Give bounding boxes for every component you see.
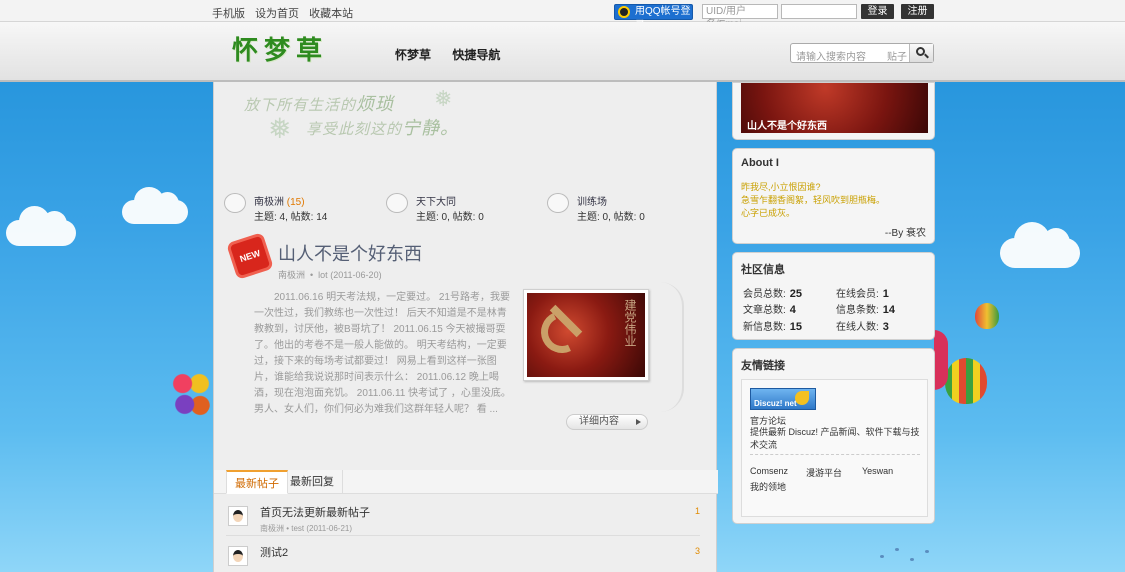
bird-decoration xyxy=(895,548,899,551)
main-content: 放下所有生活的烦琐 享受此刻这的宁静。 ❅ ❅ 南极洲 (15) 主题: 4, … xyxy=(213,82,718,572)
link-yeswan[interactable]: Yeswan xyxy=(862,466,893,476)
arrow-right-icon xyxy=(636,419,641,425)
sidebar-featured[interactable]: 山人不是个好东西 xyxy=(732,82,935,140)
forum-item[interactable]: 天下大同 主题: 0, 帖数: 0 xyxy=(376,190,536,223)
site-header: 怀梦草 怀梦草 快捷导航 请输入搜索内容 贴子 xyxy=(0,22,1125,82)
forum-icon xyxy=(386,193,408,213)
post-thumbnail[interactable]: 建党伟业 xyxy=(523,289,649,381)
nav-item-home[interactable]: 怀梦草 xyxy=(395,48,431,62)
site-logo[interactable]: 怀梦草 xyxy=(232,30,328,67)
bookmark-link[interactable]: 收藏本站 xyxy=(309,8,353,20)
stat-members: 会员总数: 25 xyxy=(743,288,803,300)
post-forum[interactable]: 南极洲 xyxy=(278,270,305,280)
balloon-decoration xyxy=(945,358,987,404)
post-date: (2011-06-20) xyxy=(330,270,382,280)
forum-name[interactable]: 天下大同 xyxy=(416,197,456,208)
slogan-banner: 放下所有生活的烦琐 享受此刻这的宁静。 xyxy=(244,94,460,138)
forum-stats: 主题: 0, 帖数: 0 xyxy=(416,212,484,223)
link-comsenz[interactable]: Comsenz xyxy=(750,466,788,476)
avatar[interactable] xyxy=(228,546,248,566)
login-button[interactable]: 登录 xyxy=(861,4,894,19)
avatar[interactable] xyxy=(228,506,248,526)
thread-tabs: 最新帖子 最新回复 xyxy=(214,470,718,494)
forum-name[interactable]: 南极洲 xyxy=(254,197,284,208)
bird-decoration xyxy=(910,558,914,561)
forum-icon xyxy=(547,193,569,213)
register-button[interactable]: 注册 xyxy=(901,4,934,19)
new-badge-icon: NEW xyxy=(229,235,271,277)
about-signature: --By 衰农 xyxy=(884,228,926,239)
forum-stats: 主题: 4, 帖数: 14 xyxy=(254,212,328,223)
brace-decoration xyxy=(660,282,684,412)
post-author[interactable]: lot xyxy=(318,270,328,280)
username-input[interactable]: UID/用户名/Emai xyxy=(702,4,778,30)
friend-links-box: 友情链接 Discuz! net 官方论坛 提供最新 Discuz! 产品新闻、… xyxy=(732,348,935,524)
forum-item[interactable]: 训练场 主题: 0, 帖数: 0 xyxy=(537,190,697,223)
forum-item[interactable]: 南极洲 (15) 主题: 4, 帖数: 14 xyxy=(214,190,374,223)
about-text: 昨我尽,小立恨因谁? 急雪乍翻香阁絮，轻风吹到胆瓶梅。 心字已成灰。 xyxy=(741,182,886,218)
flower-decoration: ❅ xyxy=(268,113,292,144)
post-excerpt: 2011.06.16 明天考法规，一定要过。 21号路考，我要一次性过，我们教练… xyxy=(254,292,511,415)
thread-list: 首页无法更新最新帖子 南极洲 • test (2011-06-21) 1 测试2… xyxy=(226,496,700,572)
thread-row[interactable]: 测试2 3 xyxy=(226,536,700,572)
balloon-decoration xyxy=(975,303,999,329)
stat-articles: 文章总数: 4 xyxy=(743,304,796,316)
link-description: 提供最新 Discuz! 产品新闻、软件下载与技术交流 xyxy=(750,427,920,450)
bird-decoration xyxy=(880,555,884,558)
search-box[interactable]: 请输入搜索内容 贴子 xyxy=(790,43,934,63)
about-box: About I 昨我尽,小立恨因谁? 急雪乍翻香阁絮，轻风吹到胆瓶梅。 心字已成… xyxy=(732,148,935,244)
featured-caption[interactable]: 山人不是个好东西 xyxy=(747,117,827,132)
thread-title[interactable]: 首页无法更新最新帖子 xyxy=(260,504,370,520)
featured-post: NEW 山人不是个好东西 南极洲 • lot (2011-06-20) 2011… xyxy=(214,232,718,442)
stat-online-members: 在线会员: 1 xyxy=(836,288,889,300)
balloon-decoration xyxy=(934,330,948,390)
reply-count: 3 xyxy=(694,546,700,556)
discuz-logo[interactable]: Discuz! net xyxy=(750,388,816,410)
search-scope-select[interactable]: 贴子 xyxy=(887,48,907,63)
main-nav: 怀梦草 快捷导航 xyxy=(395,46,518,63)
link-manyou[interactable]: 漫游平台 xyxy=(806,466,842,479)
friend-links-list: Discuz! net 官方论坛 提供最新 Discuz! 产品新闻、软件下载与… xyxy=(741,379,928,517)
nav-item-quick-nav[interactable]: 快捷导航 xyxy=(452,48,500,62)
community-info-box: 社区信息 会员总数: 25 在线会员: 1 文章总数: 4 信息条数: 14 新信息数:… xyxy=(732,252,935,340)
tab-latest-replies[interactable]: 最新回复 xyxy=(282,470,343,494)
tab-latest-posts[interactable]: 最新帖子 xyxy=(226,470,288,494)
forum-stats: 主题: 0, 帖数: 0 xyxy=(577,212,645,223)
divider xyxy=(750,454,920,455)
forum-icon xyxy=(224,193,246,213)
password-input[interactable] xyxy=(781,4,857,19)
thumbnail-calligraphy: 建党伟业 xyxy=(623,299,637,347)
qq-icon xyxy=(618,6,630,18)
post-meta: 南极洲 • lot (2011-06-20) xyxy=(278,270,382,280)
post-title[interactable]: 山人不是个好东西 xyxy=(278,240,422,266)
cloud-decoration xyxy=(6,205,76,246)
read-more-button[interactable]: 详细内容 xyxy=(566,414,648,430)
balloons-bunch-decoration xyxy=(170,368,212,420)
forum-name[interactable]: 训练场 xyxy=(577,197,607,208)
thread-row[interactable]: 首页无法更新最新帖子 南极洲 • test (2011-06-21) 1 xyxy=(226,496,700,536)
flower-decoration: ❅ xyxy=(434,86,453,111)
friend-links-title: 友情链接 xyxy=(741,360,785,372)
bird-decoration xyxy=(925,550,929,553)
forum-new-count: (15) xyxy=(286,197,305,208)
mobile-link[interactable]: 手机版 xyxy=(212,8,245,20)
community-title: 社区信息 xyxy=(741,264,785,276)
stat-online-users: 在线人数: 3 xyxy=(836,321,889,333)
cloud-decoration xyxy=(1000,221,1080,268)
thread-meta: 南极洲 • test (2011-06-21) xyxy=(260,524,353,533)
thread-title[interactable]: 测试2 xyxy=(260,544,288,560)
set-homepage-link[interactable]: 设为首页 xyxy=(255,8,299,20)
top-bar: 手机版 设为首页 收藏本站 用QQ帐号登录 UID/用户名/Emai 登录 注册 xyxy=(0,0,1125,31)
qq-login-button[interactable]: 用QQ帐号登录 xyxy=(614,4,693,31)
cloud-decoration xyxy=(122,186,188,224)
reply-count: 1 xyxy=(694,506,700,516)
search-input[interactable]: 请输入搜索内容 xyxy=(796,48,866,63)
about-title: About I xyxy=(741,157,779,169)
stat-new-messages: 新信息数: 15 xyxy=(743,321,803,333)
link-my-territory[interactable]: 我的领地 xyxy=(750,480,786,493)
stat-messages: 信息条数: 14 xyxy=(836,304,896,316)
search-button[interactable] xyxy=(909,44,933,62)
